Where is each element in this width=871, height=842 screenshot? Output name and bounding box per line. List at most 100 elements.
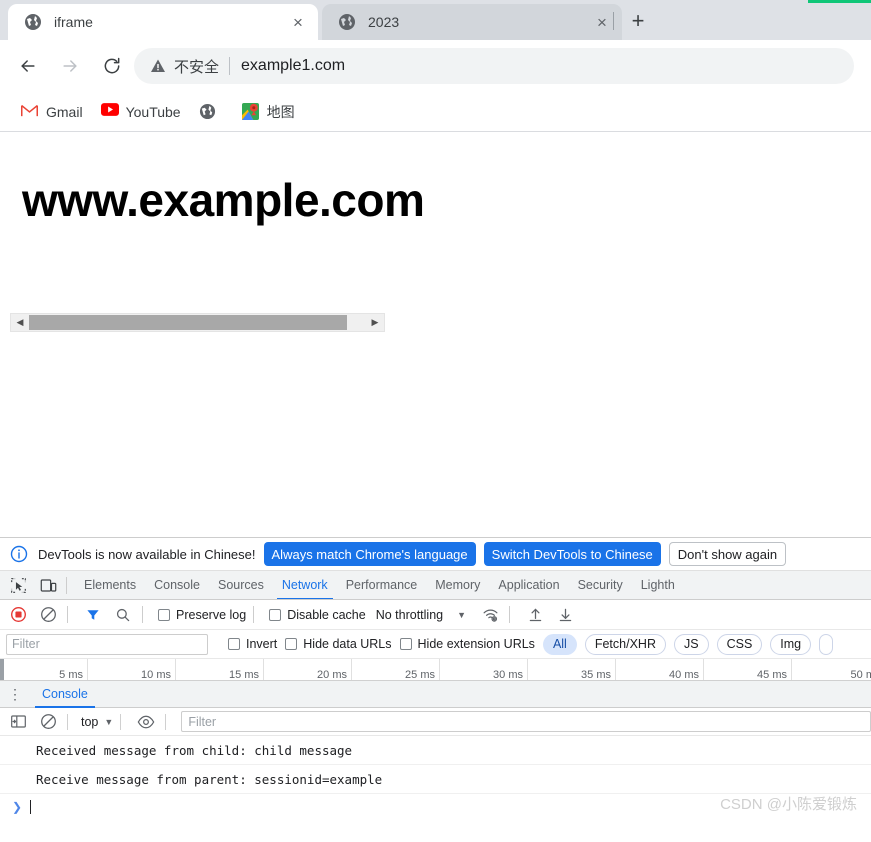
tab-security[interactable]: Security bbox=[569, 571, 632, 599]
checkbox-label: Hide extension URLs bbox=[417, 637, 535, 651]
close-icon[interactable]: × bbox=[590, 10, 614, 34]
type-filter-js[interactable]: JS bbox=[673, 633, 709, 655]
timeline-tick: 10 ms bbox=[88, 659, 176, 680]
inspect-element-icon[interactable] bbox=[6, 573, 30, 597]
type-filter-img[interactable]: Img bbox=[770, 633, 812, 655]
switch-to-chinese-button[interactable]: Switch DevTools to Chinese bbox=[483, 542, 661, 566]
checkbox-label: Invert bbox=[246, 637, 278, 651]
console-message-text: Received message from child: child messa… bbox=[36, 742, 353, 758]
tab-lighthouse[interactable]: Lighth bbox=[632, 571, 684, 599]
disable-cache-checkbox[interactable]: Disable cache bbox=[269, 608, 366, 622]
page-heading: www.example.com bbox=[22, 174, 425, 226]
type-filter-all[interactable]: All bbox=[542, 633, 577, 655]
throttling-value[interactable]: No throttling bbox=[376, 608, 443, 622]
scrollbar-thumb[interactable] bbox=[29, 315, 347, 330]
type-filter-fetch-xhr[interactable]: Fetch/XHR bbox=[584, 633, 666, 655]
timeline-tick: 5 ms bbox=[0, 659, 88, 681]
timeline-tick: 25 ms bbox=[352, 659, 440, 681]
tab-title: 2023 bbox=[368, 14, 400, 30]
hide-extension-urls-checkbox[interactable]: Hide extension URLs bbox=[399, 637, 535, 651]
scroll-right-icon[interactable]: ▶ bbox=[366, 314, 384, 331]
funnel-icon[interactable] bbox=[81, 603, 105, 627]
watermark: CSDN @小陈爱锻炼 bbox=[720, 796, 857, 813]
network-toolbar: Preserve log Disable cache No throttling… bbox=[0, 600, 871, 630]
bookmark-globe[interactable] bbox=[192, 99, 231, 125]
scroll-left-icon[interactable]: ◀ bbox=[11, 314, 29, 331]
always-match-language-button[interactable]: Always match Chrome's language bbox=[263, 542, 476, 566]
globe-icon bbox=[24, 13, 42, 31]
close-icon[interactable]: × bbox=[286, 10, 310, 34]
import-har-icon[interactable] bbox=[523, 603, 547, 627]
type-filter-overflow[interactable] bbox=[819, 633, 834, 655]
tab-application[interactable]: Application bbox=[489, 571, 568, 599]
console-context-selector[interactable]: top bbox=[81, 715, 98, 729]
chevron-down-icon[interactable]: ▼ bbox=[104, 717, 113, 727]
search-icon[interactable] bbox=[111, 603, 135, 627]
timeline-tick-label: 20 ms bbox=[317, 669, 347, 681]
bookmark-label: Gmail bbox=[46, 103, 83, 120]
new-tab-button[interactable]: + bbox=[624, 7, 652, 35]
chevron-down-icon[interactable]: ▼ bbox=[457, 610, 466, 620]
device-toolbar-icon[interactable] bbox=[36, 573, 60, 597]
timeline-tick-label: 40 ms bbox=[669, 669, 699, 681]
invert-checkbox[interactable]: Invert bbox=[228, 637, 277, 651]
timeline-tick: 20 ms bbox=[264, 659, 352, 681]
timeline-tick-label: 45 ms bbox=[757, 669, 787, 681]
page-viewport: www.example.com ◀ ▶ bbox=[0, 133, 871, 537]
network-timeline-ruler[interactable]: 5 ms 10 ms 15 ms 20 ms 25 ms 30 ms 35 ms… bbox=[0, 659, 871, 681]
timeline-tick-label: 35 ms bbox=[581, 669, 611, 681]
tab-network[interactable]: Network bbox=[273, 571, 337, 599]
console-filter-input[interactable]: Filter bbox=[181, 711, 871, 732]
info-icon bbox=[10, 545, 28, 563]
browser-window: iframe × 2023 × + 不安全 example1.com Gmail… bbox=[0, 0, 871, 842]
browser-tab-2023[interactable]: 2023 × bbox=[322, 4, 622, 40]
address-bar-url: example1.com bbox=[241, 57, 346, 74]
network-filter-row: Filter Invert Hide data URLs Hide extens… bbox=[0, 630, 871, 659]
back-button[interactable] bbox=[14, 52, 42, 80]
tab-sources[interactable]: Sources bbox=[209, 571, 273, 599]
record-icon[interactable] bbox=[6, 603, 30, 627]
clear-icon[interactable] bbox=[36, 603, 60, 627]
timeline-tick-label: 15 ms bbox=[229, 669, 259, 681]
notice-message: DevTools is now available in Chinese! bbox=[38, 546, 256, 562]
bookmark-gmail[interactable]: Gmail bbox=[14, 99, 90, 125]
forward-button[interactable] bbox=[56, 52, 84, 80]
toolbar-divider bbox=[142, 606, 143, 623]
devtools-drawer: ⋮ Console top ▼ Filter Received message … bbox=[0, 681, 871, 824]
bookmark-youtube[interactable]: YouTube bbox=[94, 99, 188, 125]
google-maps-icon bbox=[241, 103, 259, 120]
export-har-icon[interactable] bbox=[553, 603, 577, 627]
hide-data-urls-checkbox[interactable]: Hide data URLs bbox=[285, 637, 392, 651]
tab-performance[interactable]: Performance bbox=[337, 571, 427, 599]
timeline-tick: 50 m bbox=[792, 659, 871, 680]
tab-console[interactable]: Console bbox=[145, 571, 209, 599]
drawer-tab-console[interactable]: Console bbox=[32, 681, 98, 708]
clear-console-icon[interactable] bbox=[36, 710, 60, 734]
toolbar-divider bbox=[67, 713, 68, 730]
browser-tab-iframe[interactable]: iframe × bbox=[8, 4, 318, 40]
timeline-tick-label: 5 ms bbox=[59, 669, 83, 681]
bookmark-maps[interactable]: 地图 bbox=[235, 99, 302, 125]
iframe-horizontal-scrollbar[interactable]: ◀ ▶ bbox=[10, 313, 385, 332]
devtools-panel-tabs: Elements Console Sources Network Perform… bbox=[0, 571, 871, 600]
dont-show-again-button[interactable]: Don't show again bbox=[668, 542, 787, 566]
tab-elements[interactable]: Elements bbox=[75, 571, 145, 599]
type-filter-css[interactable]: CSS bbox=[716, 633, 763, 655]
network-conditions-icon[interactable] bbox=[478, 603, 502, 627]
network-filter-input[interactable]: Filter bbox=[6, 633, 208, 655]
console-message: Receive message from parent: sessionid=e… bbox=[0, 765, 871, 794]
live-expression-icon[interactable] bbox=[134, 710, 158, 734]
globe-icon bbox=[199, 103, 216, 120]
checkbox-box bbox=[399, 638, 412, 650]
address-bar[interactable]: 不安全 example1.com bbox=[134, 48, 854, 84]
more-options-icon[interactable]: ⋮ bbox=[4, 683, 26, 705]
tab-title: iframe bbox=[54, 14, 93, 30]
show-console-sidebar-icon[interactable] bbox=[6, 710, 30, 734]
reload-button[interactable] bbox=[98, 52, 126, 80]
timeline-tick: 35 ms bbox=[528, 659, 616, 681]
timeline-tick-label: 25 ms bbox=[405, 669, 435, 681]
omnibox-divider bbox=[229, 57, 231, 75]
preserve-log-checkbox[interactable]: Preserve log bbox=[158, 608, 246, 622]
tab-memory[interactable]: Memory bbox=[426, 571, 489, 599]
bookmark-label: 地图 bbox=[266, 103, 295, 120]
